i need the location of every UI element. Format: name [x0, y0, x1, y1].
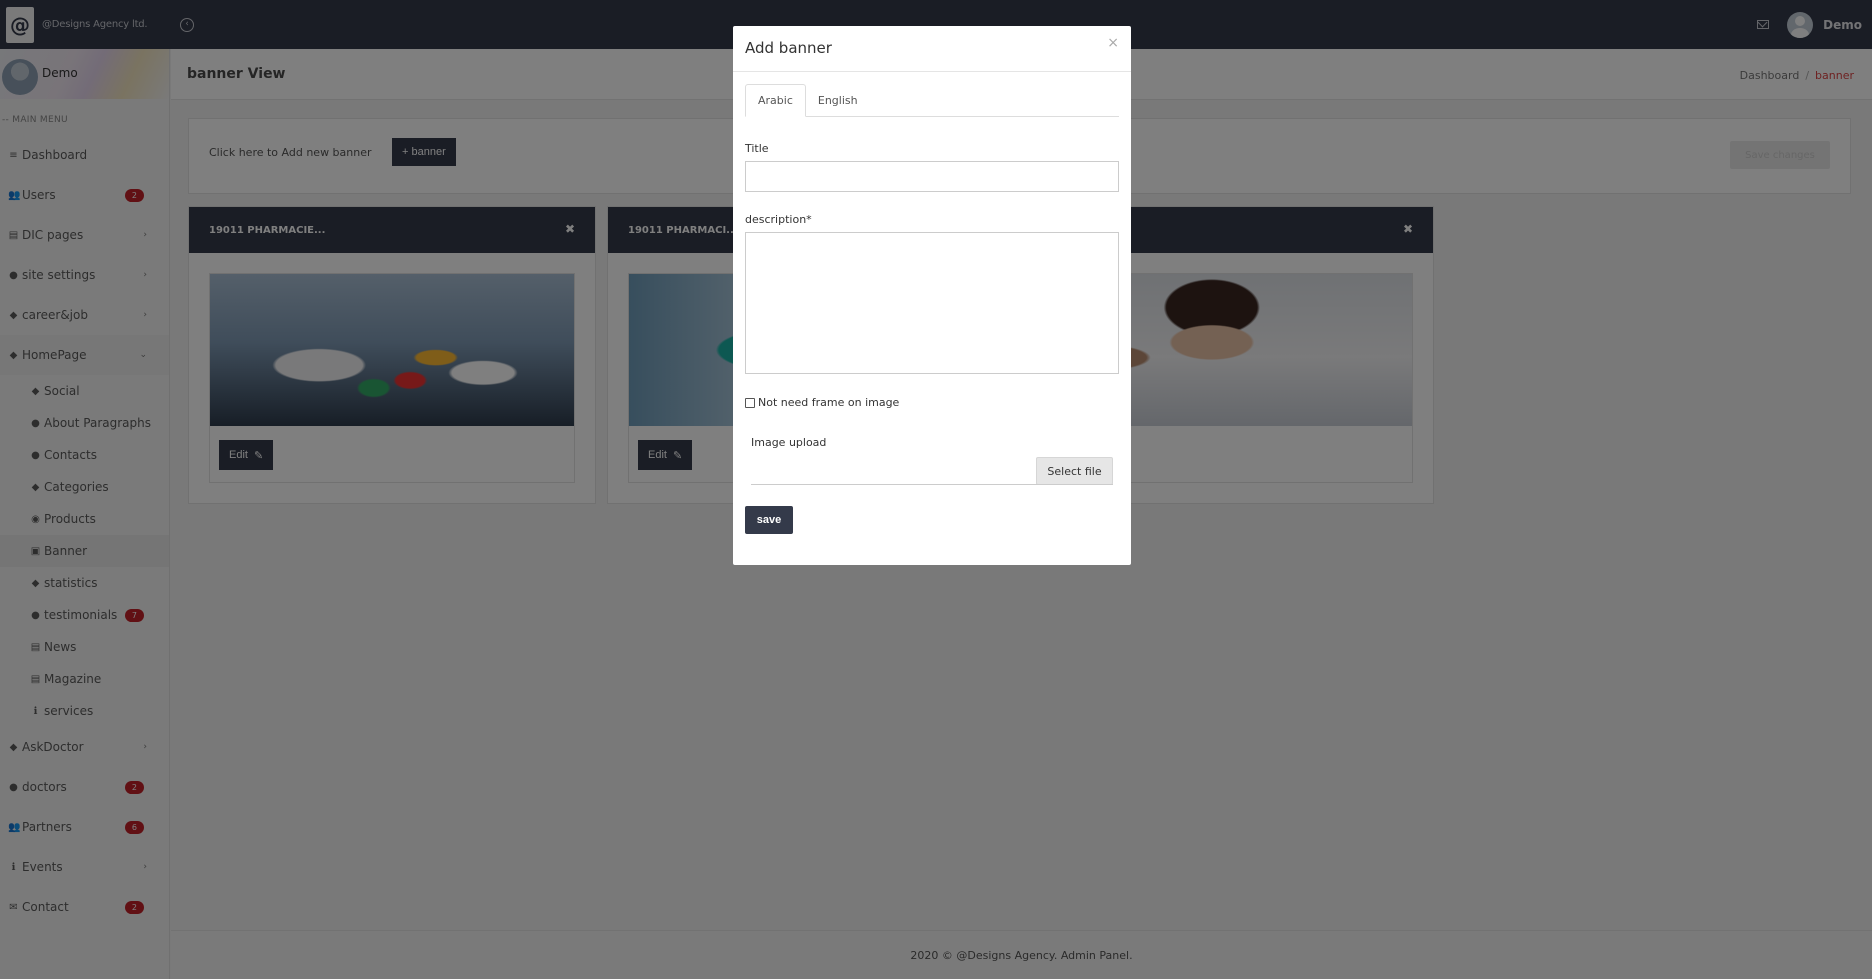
tab-arabic[interactable]: Arabic — [745, 84, 806, 117]
description-textarea[interactable] — [745, 232, 1119, 374]
modal-header: Add banner × — [733, 26, 1131, 72]
title-label: Title — [745, 142, 769, 155]
image-upload-label: Image upload — [751, 436, 827, 449]
close-icon[interactable]: × — [1107, 35, 1119, 51]
save-button[interactable]: save — [745, 506, 793, 534]
language-tabs: Arabic English — [745, 84, 1119, 117]
description-label: description* — [745, 213, 812, 226]
no-frame-label: Not need frame on image — [758, 396, 900, 409]
title-input[interactable] — [745, 161, 1119, 192]
no-frame-checkbox[interactable] — [745, 397, 755, 408]
no-frame-option[interactable]: Not need frame on image — [745, 396, 899, 409]
upload-divider — [751, 484, 1113, 485]
select-file-button[interactable]: Select file — [1036, 457, 1113, 485]
add-banner-modal: Add banner × Arabic English Title descri… — [733, 26, 1131, 565]
modal-title: Add banner — [745, 39, 832, 57]
tab-english[interactable]: English — [806, 84, 870, 117]
